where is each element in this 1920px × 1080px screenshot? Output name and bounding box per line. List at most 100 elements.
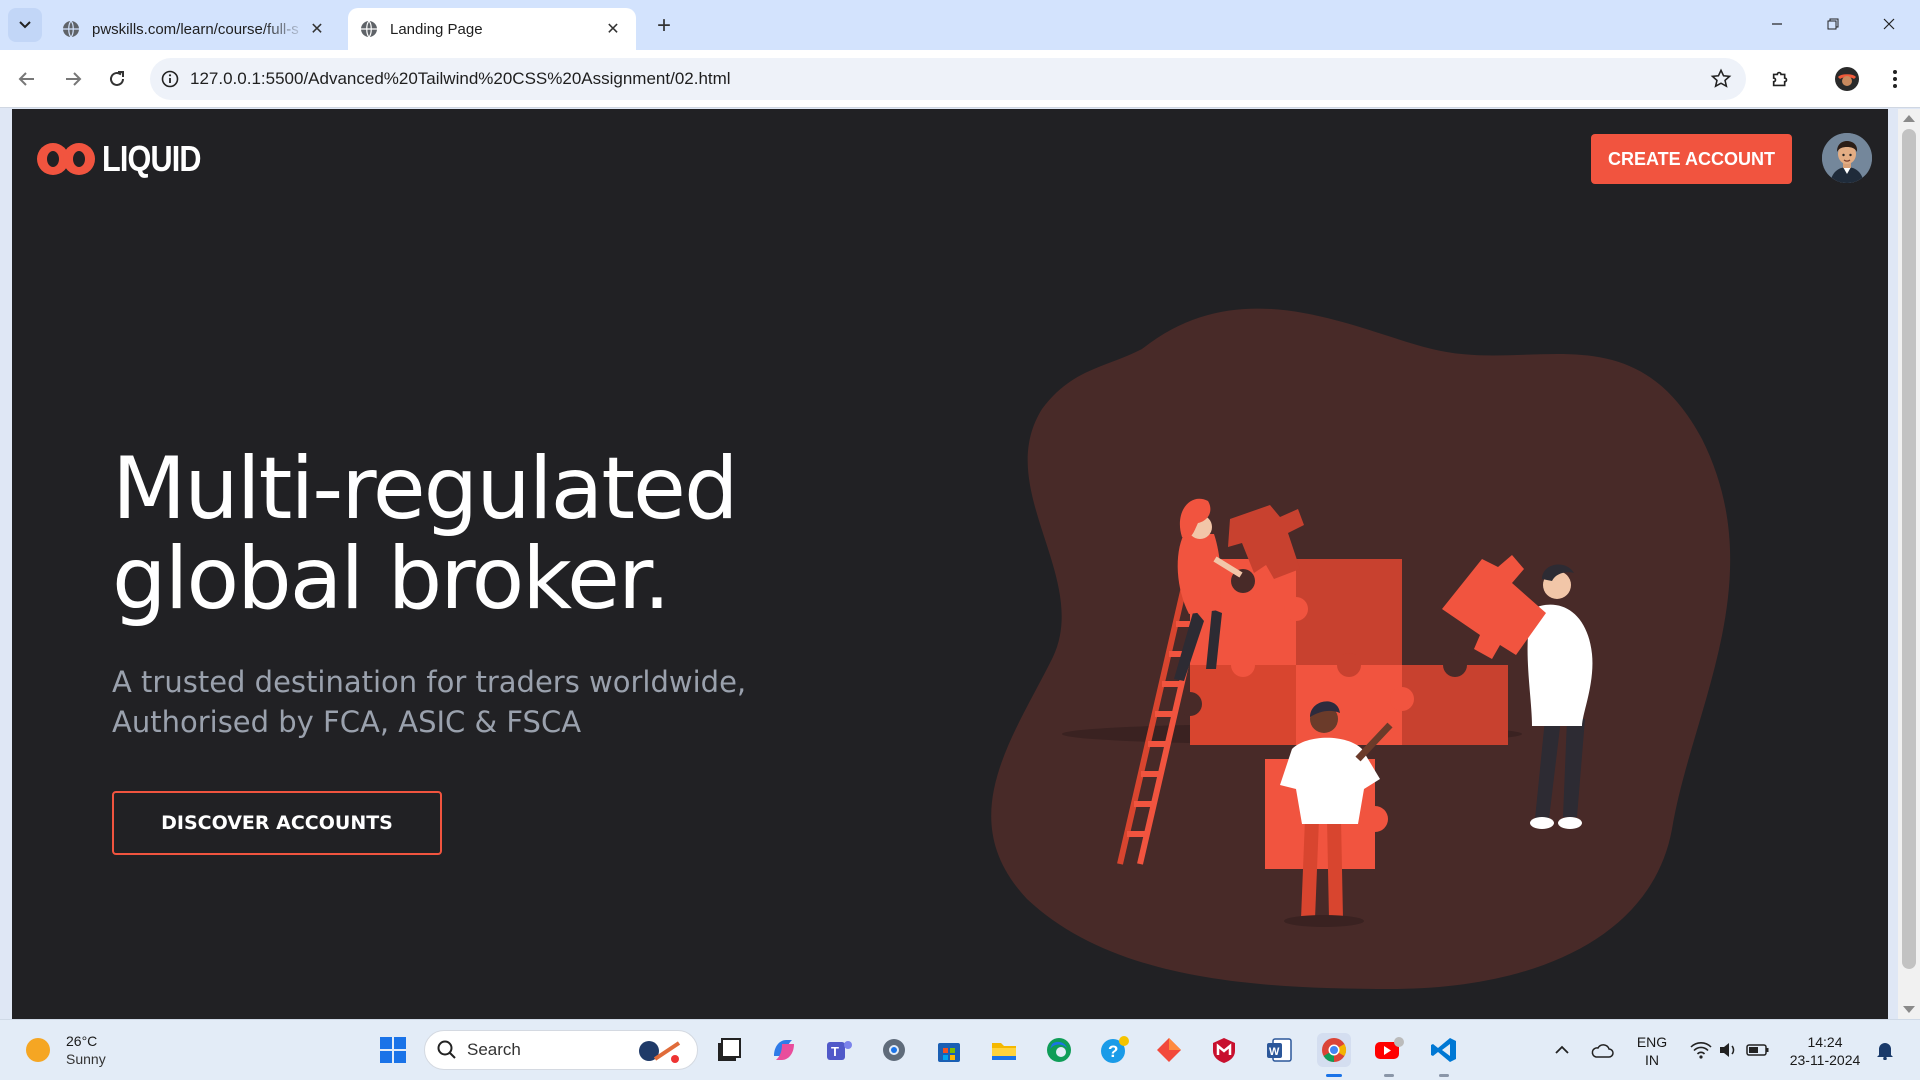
browser-tab-strip: pwskills.com/learn/course/full-s ✕ Landi… (0, 0, 1920, 50)
back-button[interactable] (10, 62, 44, 96)
start-button[interactable] (376, 1033, 410, 1067)
chevron-up-icon (1555, 1045, 1569, 1054)
word-icon: W (1267, 1038, 1292, 1062)
close-tab-icon[interactable]: ✕ (602, 18, 624, 40)
edge-app[interactable] (1042, 1033, 1076, 1067)
microsoft-store-app[interactable] (932, 1033, 966, 1067)
restore-icon (1827, 18, 1839, 30)
chrome-app[interactable] (1317, 1033, 1351, 1067)
chrome-active-indicator (1326, 1074, 1342, 1077)
diamond-app[interactable] (1152, 1033, 1186, 1067)
file-explorer-app[interactable] (987, 1033, 1021, 1067)
close-icon (1883, 18, 1895, 30)
clock-date: 23-11-2024 (1789, 1052, 1861, 1068)
page-scrollbar[interactable] (1898, 109, 1920, 1019)
address-bar[interactable]: 127.0.0.1:5500/Advanced%20Tailwind%20CSS… (150, 58, 1746, 100)
vscode-icon (1431, 1038, 1456, 1062)
create-account-button[interactable]: CREATE ACCOUNT (1591, 134, 1792, 184)
wifi-icon (1690, 1042, 1712, 1059)
youtube-icon (1375, 1037, 1404, 1059)
more-vertical-icon (1893, 70, 1897, 88)
weather-widget[interactable]: 26°C Sunny (26, 1032, 106, 1068)
teams-app[interactable]: T (822, 1033, 856, 1067)
cricket-search-highlight-icon (639, 1041, 681, 1063)
cloud-icon (1591, 1044, 1614, 1058)
help-app[interactable]: ? (1097, 1033, 1131, 1067)
profile-avatar-icon (1835, 67, 1859, 91)
quick-settings-button[interactable] (1680, 1033, 1780, 1067)
folder-icon (992, 1043, 1016, 1060)
settings-app[interactable] (877, 1033, 911, 1067)
arrow-right-icon (66, 72, 82, 86)
browser-menu-button[interactable] (1878, 62, 1912, 96)
restore-button[interactable] (1810, 6, 1856, 42)
svg-text:?: ? (1108, 1042, 1118, 1061)
youtube-running-indicator (1384, 1074, 1394, 1077)
chrome-icon (1322, 1038, 1347, 1062)
gear-icon (883, 1039, 905, 1061)
vscode-app[interactable] (1427, 1033, 1461, 1067)
tab-landing-page[interactable]: Landing Page ✕ (348, 8, 636, 50)
hero-heading: Multi-regulated global broker. (112, 444, 912, 624)
region-code: IN (1645, 1052, 1659, 1068)
word-app[interactable]: W (1262, 1033, 1296, 1067)
user-avatar-icon (1822, 133, 1872, 183)
teamwork-puzzle-illustration (991, 308, 1731, 989)
svg-text:T: T (831, 1044, 839, 1059)
help-icon: ? (1101, 1036, 1129, 1063)
windows-logo-icon (380, 1037, 406, 1063)
close-window-button[interactable] (1866, 6, 1912, 42)
puzzle-icon (1772, 71, 1788, 87)
url-text: 127.0.0.1:5500/Advanced%20Tailwind%20CSS… (190, 69, 731, 88)
store-icon (938, 1043, 960, 1062)
chevron-down-icon (19, 21, 31, 29)
copilot-icon (774, 1040, 794, 1060)
windows-taskbar: 26°C Sunny Search T ? W ENG IN 14:24 23-… (0, 1019, 1920, 1080)
user-avatar[interactable] (1822, 133, 1872, 183)
clock[interactable]: 14:24 23-11-2024 (1782, 1033, 1868, 1069)
minimize-button[interactable] (1754, 6, 1800, 42)
task-view-button[interactable] (712, 1033, 746, 1067)
hero-heading-line-2: global broker. (112, 529, 671, 629)
onedrive-button[interactable] (1585, 1033, 1619, 1067)
scroll-down-arrow-icon[interactable] (1903, 1006, 1915, 1013)
browser-toolbar: 127.0.0.1:5500/Advanced%20Tailwind%20CSS… (0, 50, 1920, 108)
speaker-icon (1720, 1043, 1735, 1057)
language-code: ENG (1636, 1034, 1668, 1050)
vscode-running-indicator (1439, 1074, 1449, 1077)
show-hidden-icons-button[interactable] (1545, 1033, 1579, 1067)
scroll-up-arrow-icon[interactable] (1903, 115, 1915, 122)
diamond-icon (1157, 1038, 1181, 1062)
svg-text:W: W (1269, 1046, 1280, 1058)
discover-accounts-button[interactable]: DISCOVER ACCOUNTS (112, 791, 442, 855)
youtube-app[interactable] (1372, 1033, 1406, 1067)
mcafee-app[interactable] (1207, 1033, 1241, 1067)
scrollbar-thumb[interactable] (1902, 129, 1916, 969)
taskbar-search[interactable]: Search (424, 1030, 698, 1070)
edge-icon (1047, 1038, 1071, 1062)
language-indicator[interactable]: ENG IN (1636, 1033, 1668, 1069)
close-tab-icon[interactable]: ✕ (306, 18, 328, 40)
weather-condition: Sunny (66, 1051, 106, 1067)
notifications-button[interactable] (1868, 1033, 1902, 1067)
extensions-button[interactable] (1764, 62, 1798, 96)
clock-time: 14:24 (1807, 1034, 1843, 1050)
tab-pwskills[interactable]: pwskills.com/learn/course/full-s ✕ (50, 8, 340, 50)
reload-button[interactable] (100, 62, 134, 96)
tab-search-button[interactable] (8, 8, 42, 42)
site-info-icon[interactable] (150, 58, 190, 100)
copilot-app[interactable] (767, 1033, 801, 1067)
bell-icon (1877, 1043, 1893, 1060)
page-viewport: LIQUID CREATE ACCOUNT Multi-regulated gl… (12, 109, 1888, 1019)
new-tab-button[interactable]: + (650, 12, 678, 40)
tab-title: Landing Page (390, 20, 483, 38)
profile-button[interactable] (1830, 62, 1864, 96)
minimize-icon (1772, 23, 1782, 25)
globe-icon (361, 20, 377, 38)
battery-icon (1746, 1044, 1769, 1056)
brand-logo[interactable]: LIQUID (36, 134, 218, 184)
mcafee-shield-icon (1213, 1038, 1235, 1063)
bookmark-star-icon[interactable] (1710, 68, 1732, 90)
forward-button[interactable] (56, 62, 90, 96)
search-icon (437, 1040, 456, 1059)
